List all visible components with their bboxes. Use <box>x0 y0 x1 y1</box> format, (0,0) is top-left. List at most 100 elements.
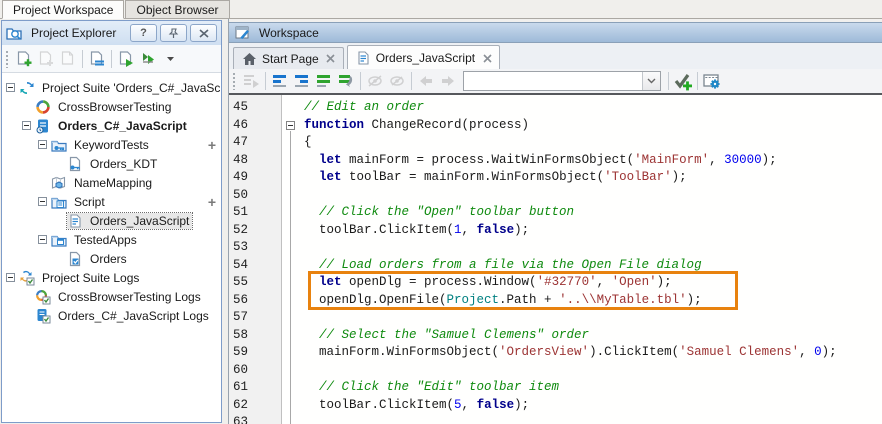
editor-tab-label: Orders_JavaScript <box>376 51 475 65</box>
combobox-dropdown-icon[interactable] <box>642 72 660 90</box>
toolbar-separator <box>360 72 361 90</box>
fold-collapse-icon[interactable] <box>286 121 295 130</box>
tree-item-orders-c-javascript[interactable]: Orders_C#_JavaScript <box>2 116 221 135</box>
code-line-45[interactable]: // Edit an order <box>300 99 882 117</box>
symbol-combobox[interactable] <box>463 71 661 91</box>
toolbar-separator <box>82 50 83 68</box>
close-icon[interactable] <box>190 24 217 42</box>
tree-item-label: TestedApps <box>71 232 140 248</box>
tree-item-orders-javascript[interactable]: Orders_JavaScript <box>2 211 221 230</box>
code-line-50[interactable] <box>300 187 882 205</box>
add-existing-item-icon[interactable] <box>86 48 108 70</box>
line-number: 55 <box>229 274 281 292</box>
code-line-55[interactable]: let openDlg = process.Window('#32770', '… <box>300 274 882 292</box>
selected-tree-item: Orders_JavaScript <box>67 213 192 229</box>
code-editor[interactable]: 45464748495051525354555657585960616263 /… <box>229 95 882 424</box>
workspace-title: Workspace <box>259 26 319 40</box>
tree-item-label: Orders_C#_JavaScript <box>55 118 190 134</box>
workspace-panel: Workspace Start Page Orders_JavaScript 45… <box>228 19 882 424</box>
tree-expander-icon[interactable] <box>38 197 47 206</box>
navigate-back-icon <box>415 70 437 92</box>
code-line-56[interactable]: openDlg.OpenFile(Project.Path + '..\\MyT… <box>300 292 882 310</box>
pin-button[interactable] <box>160 24 187 42</box>
toolbar-separator <box>411 72 412 90</box>
line-number: 54 <box>229 257 281 275</box>
tree-expander-icon[interactable] <box>38 235 47 244</box>
code-line-52[interactable]: toolBar.ClickItem(1, false); <box>300 222 882 240</box>
code-line-62[interactable]: toolBar.ClickItem(5, false); <box>300 397 882 415</box>
editor-toolbar-grip[interactable] <box>232 72 237 90</box>
run-options-caret-icon[interactable] <box>159 48 181 70</box>
tree-item-label: Orders_KDT <box>87 156 160 172</box>
tree-item-crossbrowsertesting[interactable]: CrossBrowserTesting <box>2 97 221 116</box>
tree-item-keywordtests[interactable]: KeywordTests+ <box>2 135 221 154</box>
project-explorer-title: Project Explorer <box>31 26 127 40</box>
close-tab-icon[interactable] <box>482 53 492 63</box>
toolbar-separator <box>265 72 266 90</box>
tree-item-project-suite-logs[interactable]: Project Suite Logs <box>2 268 221 287</box>
editor-options-icon[interactable] <box>701 70 723 92</box>
tree-item-orders[interactable]: Orders <box>2 249 221 268</box>
code-line-58[interactable]: // Select the "Samuel Clemens" order <box>300 327 882 345</box>
tree-expander-icon[interactable] <box>6 273 15 282</box>
tree-item-crossbrowsertesting-logs[interactable]: CrossBrowserTesting Logs <box>2 287 221 306</box>
line-number: 48 <box>229 152 281 170</box>
project-explorer-panel: Project Explorer ? Project Suite 'Orders… <box>1 20 222 423</box>
tree-item-label: CrossBrowserTesting Logs <box>55 289 204 305</box>
tree-item-namemapping[interactable]: NameMapping <box>2 173 221 192</box>
indent-decrease-icon[interactable] <box>269 70 291 92</box>
tree-item-script[interactable]: Script+ <box>2 192 221 211</box>
close-tab-icon[interactable] <box>326 54 336 64</box>
tree-item-project-suite-orders-c-javascript-[interactable]: Project Suite 'Orders_C#_JavaScript' <box>2 78 221 97</box>
run-project-icon[interactable] <box>115 48 137 70</box>
add-new-item-icon[interactable] <box>13 48 35 70</box>
code-line-46[interactable]: function ChangeRecord(process) <box>300 117 882 135</box>
top-tab-object-browser[interactable]: Object Browser <box>125 0 229 18</box>
editor-tab-label: Start Page <box>262 52 319 66</box>
tree-item-label: Orders <box>87 251 130 267</box>
tree-expander-icon[interactable] <box>6 83 15 92</box>
explorer-toolbar-grip[interactable] <box>5 50 10 68</box>
editor-tab-start-page[interactable]: Start Page <box>233 47 344 69</box>
top-tab-project-workspace[interactable]: Project Workspace <box>2 0 124 19</box>
code-line-57[interactable] <box>300 309 882 327</box>
add-to-tasks-icon[interactable] <box>672 70 694 92</box>
hide-region-icon <box>364 70 386 92</box>
tree-item-orders-c-javascript-logs[interactable]: Orders_C#_JavaScript Logs <box>2 306 221 325</box>
code-line-49[interactable]: let toolBar = mainForm.WinFormsObject('T… <box>300 169 882 187</box>
editor-tab-orders-javascript[interactable]: Orders_JavaScript <box>347 45 500 70</box>
tree-item-orders-kdt[interactable]: Orders_KDT <box>2 154 221 173</box>
line-number: 51 <box>229 204 281 222</box>
editor-tab-bar: Start Page Orders_JavaScript <box>229 43 882 69</box>
new-item-icon <box>35 48 57 70</box>
symbol-combobox-input[interactable] <box>464 72 642 90</box>
tree-item-testedapps[interactable]: TestedApps <box>2 230 221 249</box>
project-tree: Project Suite 'Orders_C#_JavaScript'Cros… <box>2 73 221 422</box>
help-button[interactable]: ? <box>130 24 157 42</box>
code-line-54[interactable]: // Load orders from a file via the Open … <box>300 257 882 275</box>
code-line-47[interactable]: { <box>300 134 882 152</box>
tree-item-label: NameMapping <box>71 175 155 191</box>
toolbar-separator <box>668 72 669 90</box>
code-line-60[interactable] <box>300 362 882 380</box>
add-item-plus-icon[interactable]: + <box>208 138 216 152</box>
code-line-59[interactable]: mainForm.WinFormsObject('OrdersView').Cl… <box>300 344 882 362</box>
uncomment-block-icon[interactable] <box>335 70 357 92</box>
code-line-63[interactable] <box>300 414 882 424</box>
code-line-48[interactable]: let mainForm = process.WaitWinFormsObjec… <box>300 152 882 170</box>
tree-expander-icon[interactable] <box>38 140 47 149</box>
code-area[interactable]: // Edit an orderfunction ChangeRecord(pr… <box>300 95 882 424</box>
code-line-51[interactable]: // Click the "Open" toolbar button <box>300 204 882 222</box>
navigate-forward-icon <box>437 70 459 92</box>
line-number: 57 <box>229 309 281 327</box>
doc-key <box>67 156 83 172</box>
code-line-53[interactable] <box>300 239 882 257</box>
run-test-icon[interactable] <box>137 48 159 70</box>
add-item-plus-icon[interactable]: + <box>208 195 216 209</box>
comment-block-icon[interactable] <box>313 70 335 92</box>
line-number: 45 <box>229 99 281 117</box>
tree-expander-icon[interactable] <box>22 121 31 130</box>
namemap <box>51 175 67 191</box>
code-line-61[interactable]: // Click the "Edit" toolbar item <box>300 379 882 397</box>
indent-increase-icon[interactable] <box>291 70 313 92</box>
